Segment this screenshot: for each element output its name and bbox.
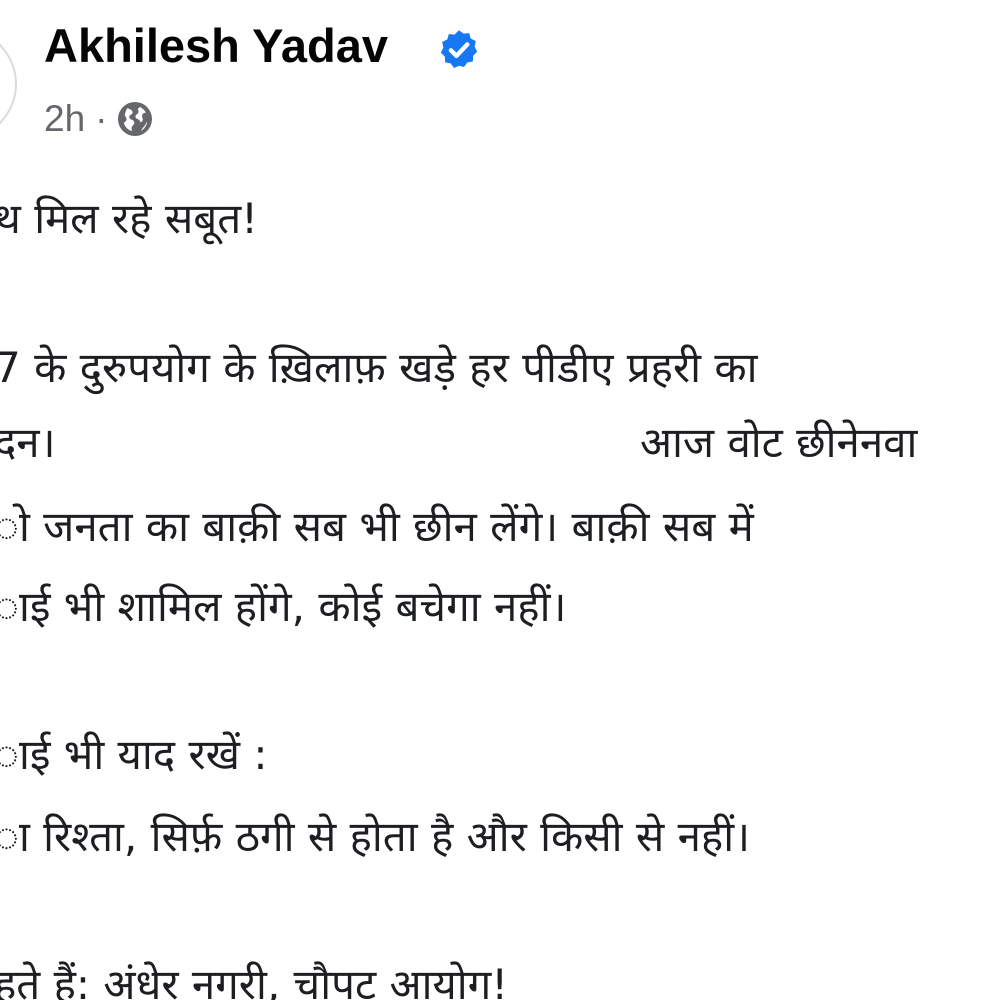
post-text-line: ा रिश्ता, सिर्फ़ ठगी से होता है और किसी … [0,812,751,861]
facebook-post: Akhilesh Yadav 2h · थ मिल रहे सबूत! 7 के… [0,0,1000,1000]
post-text-line: दन। [0,418,56,467]
post-text-line: ो जनता का बाक़ी सब भी छीन लेंगे। बाक़ी स… [0,502,754,551]
post-body: थ मिल रहे सबूत! 7 के दुरुपयोग के ख़िलाफ़… [0,0,1000,1000]
post-text-line: 7 के दुरुपयोग के ख़िलाफ़ खड़े हर पीडीए प… [0,343,758,392]
post-text-line: थ मिल रहे सबूत! [0,194,258,243]
post-text-line: आज वोट छीनेनवा [640,418,918,467]
post-text-line: हते हैं: अंधेर नगरी, चौपट आयोग! [0,960,509,1000]
post-text-line: ाई भी शामिल होंगे, कोई बचेगा नहीं। [0,582,567,631]
post-text-line: ाई भी याद रखें : [0,730,268,779]
